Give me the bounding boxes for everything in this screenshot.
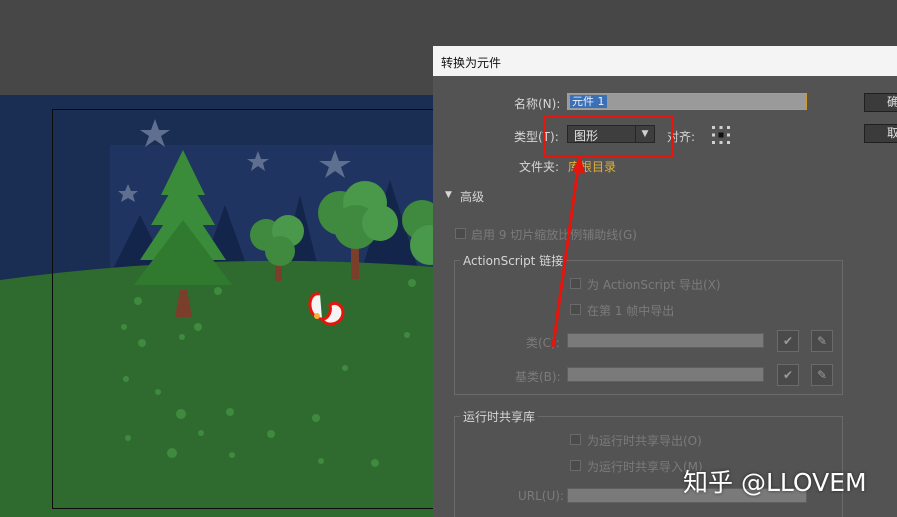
night-forest-scene (0, 95, 433, 517)
convert-to-symbol-dialog: 转换为元件 名称(N): 元件 1 类型(T): 图形 ▼ 对齐: 文件夹: 库… (433, 46, 897, 517)
name-label: 名称(N): (514, 97, 561, 111)
ok-button[interactable]: 确定 (864, 93, 897, 112)
stage-canvas[interactable] (0, 95, 433, 517)
collapse-triangle-icon[interactable]: ▼ (445, 190, 452, 200)
url-label: URL(U): (518, 489, 564, 503)
folder-label: 文件夹: (519, 160, 560, 174)
align-label: 对齐: (667, 130, 696, 144)
export-for-actionscript-checkbox[interactable] (570, 278, 581, 289)
runtime-group-title: 运行时共享库 (460, 408, 539, 425)
checkmark-icon[interactable]: ✔ (777, 364, 799, 386)
pencil-icon[interactable]: ✎ (811, 330, 833, 352)
cancel-button[interactable]: 取消 (864, 124, 897, 143)
type-label: 类型(T): (514, 130, 559, 144)
runtime-import-checkbox[interactable] (570, 460, 581, 471)
symbol-type-select[interactable]: 图形 ▼ (567, 125, 655, 143)
base-class-input[interactable] (567, 367, 764, 382)
folder-link[interactable]: 库根目录 (568, 158, 616, 175)
base-class-label: 基类(B): (515, 370, 561, 384)
watermark: 知乎 @LLOVEM (683, 468, 867, 497)
actionscript-group-title: ActionScript 链接 (460, 252, 567, 269)
runtime-export-label: 为运行时共享导出(O) (587, 434, 702, 448)
runtime-export-checkbox[interactable] (570, 434, 581, 445)
symbol-type-value: 图形 (574, 129, 599, 143)
enable-9slice-checkbox[interactable] (455, 228, 466, 239)
registration-grid-icon[interactable] (711, 125, 731, 145)
symbol-name-input[interactable]: 元件 1 (567, 93, 807, 110)
export-in-frame1-label: 在第 1 帧中导出 (587, 304, 675, 318)
pencil-icon[interactable]: ✎ (811, 364, 833, 386)
advanced-toggle[interactable]: 高级 (460, 188, 484, 205)
export-for-actionscript-label: 为 ActionScript 导出(X) (587, 278, 721, 292)
chevron-down-icon: ▼ (635, 126, 654, 142)
class-input[interactable] (567, 333, 764, 348)
checkmark-icon[interactable]: ✔ (777, 330, 799, 352)
class-label: 类(C): (526, 336, 560, 350)
enable-9slice-label: 启用 9 切片缩放比例辅助线(G) (471, 228, 637, 242)
export-in-frame1-checkbox[interactable] (570, 304, 581, 315)
dialog-title: 转换为元件 (441, 56, 502, 70)
symbol-name-value: 元件 1 (570, 95, 607, 108)
dialog-titlebar[interactable]: 转换为元件 (433, 46, 897, 76)
